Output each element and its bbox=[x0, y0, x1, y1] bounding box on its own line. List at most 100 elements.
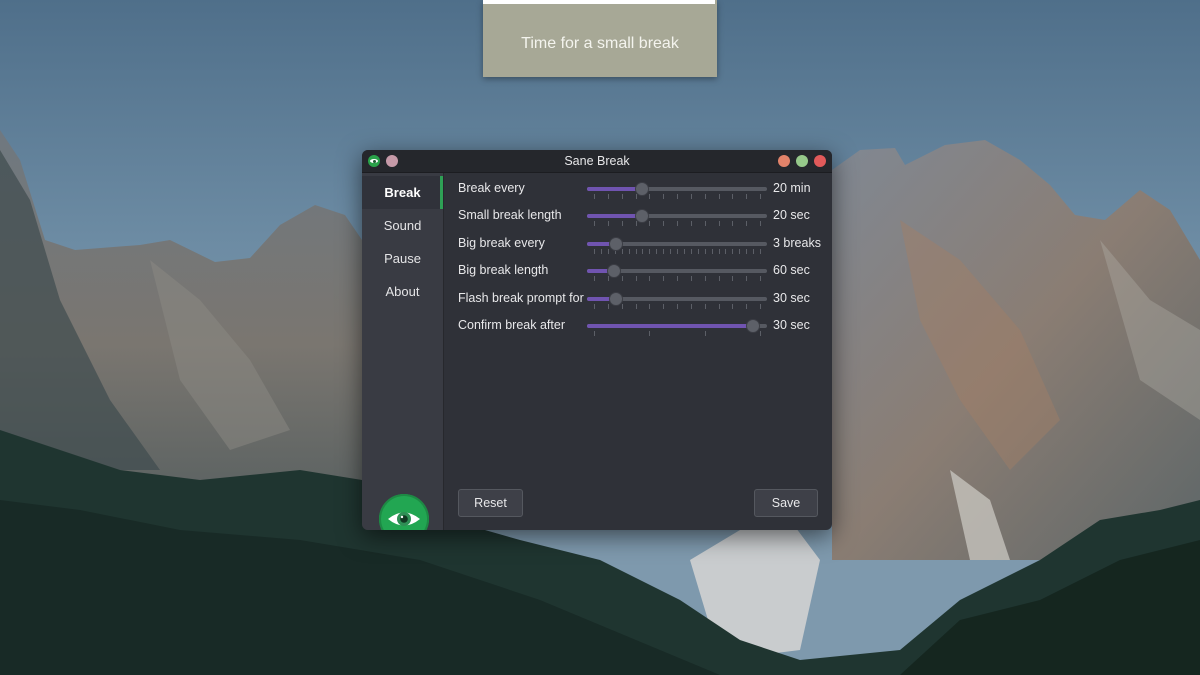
setting-value: 30 sec bbox=[773, 318, 810, 332]
slider-tick bbox=[607, 249, 609, 254]
break-prompt-progress-bar bbox=[483, 0, 715, 4]
slider-tick bbox=[649, 249, 651, 254]
break-every-slider[interactable] bbox=[587, 181, 767, 201]
break-prompt-message: Time for a small break bbox=[521, 35, 679, 52]
flash-break-prompt-slider[interactable] bbox=[587, 291, 767, 311]
window-title: Sane Break bbox=[564, 154, 630, 168]
slider-fill bbox=[587, 214, 643, 218]
slider-tick bbox=[635, 276, 637, 281]
slider-tick bbox=[718, 194, 720, 199]
setting-label: Big break length bbox=[458, 263, 549, 277]
sidebar-item-pause[interactable]: Pause bbox=[362, 242, 443, 275]
slider-tick bbox=[670, 249, 672, 254]
slider-handle[interactable] bbox=[608, 237, 623, 251]
slider-tick bbox=[718, 221, 720, 226]
slider-tick bbox=[690, 304, 692, 309]
setting-value: 30 sec bbox=[773, 291, 810, 305]
big-break-every-slider[interactable] bbox=[587, 236, 767, 256]
setting-label: Break every bbox=[458, 181, 525, 195]
slider-tick bbox=[704, 194, 706, 199]
slider-tick bbox=[663, 276, 665, 281]
app-logo bbox=[379, 494, 429, 530]
title-bar[interactable]: Sane Break bbox=[362, 150, 832, 173]
setting-label: Confirm break after bbox=[458, 318, 565, 332]
confirm-break-after-slider[interactable] bbox=[587, 318, 767, 338]
setting-value: 3 breaks bbox=[773, 236, 821, 250]
break-prompt: Time for a small break bbox=[483, 0, 717, 77]
close-icon[interactable] bbox=[814, 155, 826, 167]
slider-tick bbox=[718, 249, 720, 254]
slider-tick bbox=[746, 249, 748, 254]
sidebar-item-break[interactable]: Break bbox=[362, 176, 443, 209]
setting-row: Small break length 20 sec bbox=[444, 203, 832, 230]
slider-tick bbox=[732, 221, 734, 226]
slider-tick bbox=[704, 304, 706, 309]
maximize-icon[interactable] bbox=[796, 155, 808, 167]
slider-tick bbox=[760, 331, 761, 336]
eye-icon bbox=[388, 512, 420, 526]
slider-tick bbox=[704, 276, 706, 281]
slider-tick bbox=[594, 331, 595, 336]
small-break-length-slider[interactable] bbox=[587, 208, 767, 228]
sidebar: Break Sound Pause About bbox=[362, 173, 444, 530]
reset-button[interactable]: Reset bbox=[458, 489, 523, 517]
slider-tick bbox=[594, 249, 595, 254]
slider-track bbox=[587, 324, 767, 328]
slider-tick bbox=[635, 194, 637, 199]
slider-tick bbox=[746, 276, 748, 281]
slider-ticks bbox=[587, 221, 767, 227]
slider-tick bbox=[704, 249, 706, 254]
slider-tick bbox=[600, 249, 602, 254]
slider-tick bbox=[677, 221, 678, 226]
slider-tick bbox=[649, 331, 651, 336]
slider-tick bbox=[732, 276, 734, 281]
minimize-icon[interactable] bbox=[778, 155, 790, 167]
slider-tick bbox=[607, 221, 609, 226]
setting-label: Big break every bbox=[458, 236, 545, 250]
slider-tick bbox=[621, 304, 623, 309]
setting-row: Big break length 60 sec bbox=[444, 258, 832, 285]
slider-tick bbox=[677, 276, 678, 281]
slider-tick bbox=[760, 276, 761, 281]
slider-tick bbox=[656, 249, 658, 254]
slider-track bbox=[587, 214, 767, 218]
slider-tick bbox=[621, 221, 623, 226]
big-break-length-slider[interactable] bbox=[587, 263, 767, 283]
slider-tick bbox=[746, 304, 748, 309]
setting-row: Break every 20 min bbox=[444, 176, 832, 203]
sidebar-item-sound[interactable]: Sound bbox=[362, 209, 443, 242]
slider-tick bbox=[677, 249, 678, 254]
slider-tick bbox=[607, 276, 609, 281]
sidebar-item-about[interactable]: About bbox=[362, 275, 443, 308]
slider-tick bbox=[760, 221, 761, 226]
slider-tick bbox=[621, 276, 623, 281]
slider-tick bbox=[663, 194, 665, 199]
slider-tick bbox=[607, 304, 609, 309]
setting-value: 20 min bbox=[773, 181, 811, 195]
slider-tick bbox=[690, 249, 692, 254]
slider-tick bbox=[760, 304, 761, 309]
slider-tick bbox=[690, 276, 692, 281]
slider-tick bbox=[677, 194, 678, 199]
slider-tick bbox=[649, 276, 651, 281]
setting-label: Small break length bbox=[458, 208, 562, 222]
slider-tick bbox=[739, 249, 741, 254]
break-settings-panel: Break every 20 min Small break length 20… bbox=[444, 173, 832, 530]
slider-track bbox=[587, 187, 767, 191]
slider-tick bbox=[594, 194, 595, 199]
slider-tick bbox=[711, 249, 713, 254]
slider-tick bbox=[746, 194, 748, 199]
slider-tick bbox=[621, 194, 623, 199]
slider-fill bbox=[587, 187, 643, 191]
setting-row: Flash break prompt for 30 sec bbox=[444, 286, 832, 313]
slider-fill bbox=[587, 324, 754, 328]
slider-handle[interactable] bbox=[608, 292, 623, 306]
slider-ticks bbox=[587, 331, 767, 337]
slider-handle[interactable] bbox=[606, 264, 621, 278]
setting-row: Confirm break after 30 sec bbox=[444, 313, 832, 340]
setting-value: 60 sec bbox=[773, 263, 810, 277]
slider-tick bbox=[621, 249, 623, 254]
slider-tick bbox=[718, 276, 720, 281]
setting-label: Flash break prompt for bbox=[458, 291, 584, 305]
save-button[interactable]: Save bbox=[754, 489, 818, 517]
